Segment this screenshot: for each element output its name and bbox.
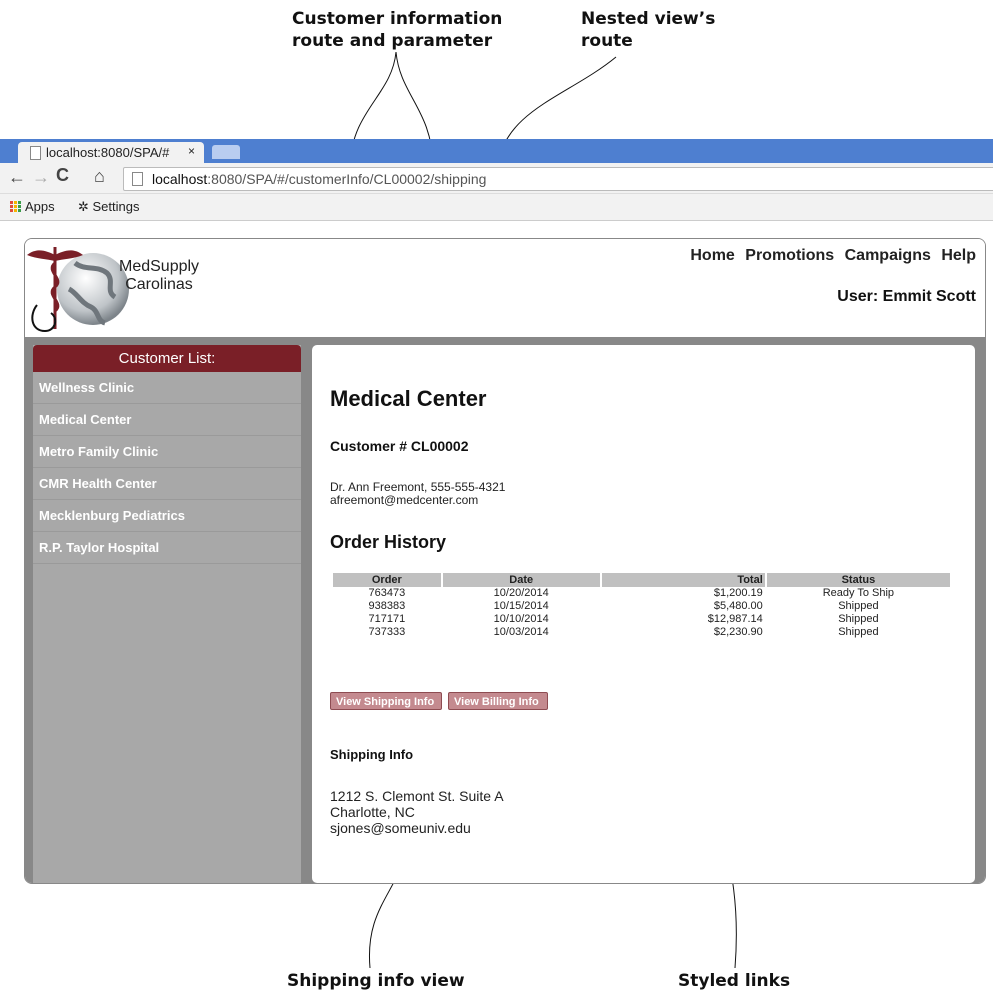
nav-home[interactable]: Home [690, 247, 734, 264]
order-history-table: Order Date Total Status 763473 10/20/201… [331, 573, 952, 639]
sidebar-item-metro-family-clinic[interactable]: Metro Family Clinic [33, 436, 301, 468]
column-header: Status [766, 573, 950, 587]
bookmark-label: Apps [25, 199, 55, 214]
reload-icon[interactable]: C [56, 165, 69, 186]
status-cell: Shipped [838, 600, 879, 612]
page-icon [30, 146, 41, 160]
total-cell: $12,987.14 [707, 613, 763, 625]
address-email: sjones@someuniv.edu [330, 820, 471, 836]
status-cell: Shipped [838, 626, 879, 638]
sidebar-item-mecklenburg-pediatrics[interactable]: Mecklenburg Pediatrics [33, 500, 301, 532]
column-header: Date [442, 573, 600, 587]
top-nav: Home Promotions Campaigns Help [684, 247, 976, 265]
nav-promotions[interactable]: Promotions [745, 247, 834, 264]
app-body: Customer List: Wellness Clinic Medical C… [25, 337, 985, 883]
browser-toolbar: ← → C ⌂ localhost:8080/SPA/#/customerInf… [0, 163, 993, 194]
apps-icon [10, 201, 21, 212]
brand-name: MedSupply Carolinas [119, 258, 199, 294]
bookmark-apps[interactable]: Apps [10, 199, 55, 214]
forward-icon[interactable]: → [32, 167, 50, 188]
browser-tabstrip: localhost:8080/SPA/# × [0, 139, 993, 163]
page-icon [132, 172, 143, 186]
order-cell: 763473 [368, 587, 406, 599]
bookmark-label: Settings [92, 199, 140, 214]
customer-number: Customer # CL00002 [330, 438, 469, 454]
contact-email: afreemont@medcenter.com [330, 493, 479, 507]
view-shipping-info-button[interactable]: View Shipping Info [330, 692, 442, 710]
table-header-row: Order Date Total Status [333, 573, 950, 587]
back-icon[interactable]: ← [8, 167, 26, 188]
customer-detail-panel: Medical Center Customer # CL00002 Dr. An… [312, 345, 975, 883]
sidebar-item-medical-center[interactable]: Medical Center [33, 404, 301, 436]
status-cell: Ready To Ship [822, 587, 895, 599]
home-icon[interactable]: ⌂ [94, 166, 105, 187]
table-row: 763473 10/20/2014 $1,200.19 Ready To Shi… [333, 587, 950, 600]
order-cell: 737333 [368, 626, 406, 638]
total-cell: $1,200.19 [713, 587, 763, 599]
table-row: 717171 10/10/2014 $12,987.14 Shipped [333, 613, 950, 626]
url-host: localhost [152, 171, 208, 187]
brand-line: Carolinas [125, 276, 193, 293]
sidebar-item-wellness-clinic[interactable]: Wellness Clinic [33, 372, 301, 404]
gear-icon: ✲ [78, 199, 93, 214]
address-line: 1212 S. Clemont St. Suite A [330, 788, 504, 804]
app-header: MedSupply Carolinas Home Promotions Camp… [25, 239, 985, 337]
date-cell: 10/03/2014 [493, 626, 549, 638]
column-header: Order [333, 573, 441, 587]
date-cell: 10/15/2014 [493, 600, 549, 612]
table-row: 737333 10/03/2014 $2,230.90 Shipped [333, 626, 950, 639]
address-bar[interactable]: localhost:8080/SPA/#/customerInfo/CL0000… [123, 167, 993, 191]
customer-sidebar: Customer List: Wellness Clinic Medical C… [33, 345, 301, 883]
nav-help[interactable]: Help [941, 247, 976, 264]
order-cell: 717171 [368, 613, 406, 625]
url-text: localhost:8080/SPA/#/customerInfo/CL0000… [152, 171, 486, 187]
app-window: MedSupply Carolinas Home Promotions Camp… [24, 238, 986, 884]
close-icon[interactable]: × [188, 144, 195, 158]
nav-campaigns[interactable]: Campaigns [845, 247, 931, 264]
sidebar-title: Customer List: [33, 345, 301, 372]
date-cell: 10/10/2014 [493, 613, 549, 625]
sidebar-item-cmr-health-center[interactable]: CMR Health Center [33, 468, 301, 500]
shipping-info-heading: Shipping Info [330, 747, 414, 762]
new-tab-button[interactable] [212, 145, 240, 159]
tab-title: localhost:8080/SPA/# [46, 145, 170, 160]
bookmark-settings[interactable]: ✲ Settings [78, 199, 140, 215]
view-billing-info-button[interactable]: View Billing Info [448, 692, 548, 710]
browser-tab[interactable]: localhost:8080/SPA/# × [18, 142, 204, 163]
shipping-address: 1212 S. Clemont St. Suite A Charlotte, N… [330, 788, 504, 836]
column-header: Total [601, 573, 765, 587]
brand-line: MedSupply [119, 258, 200, 275]
order-cell: 938383 [368, 600, 406, 612]
total-cell: $2,230.90 [713, 626, 763, 638]
date-cell: 10/20/2014 [493, 587, 549, 599]
bookmarks-bar: Apps ✲ Settings [0, 194, 993, 221]
customer-name: Medical Center [330, 386, 487, 411]
sidebar-item-rp-taylor-hospital[interactable]: R.P. Taylor Hospital [33, 532, 301, 564]
table-row: 938383 10/15/2014 $5,480.00 Shipped [333, 600, 950, 613]
order-history-heading: Order History [330, 532, 447, 552]
total-cell: $5,480.00 [713, 600, 763, 612]
current-user: User: Emmit Scott [837, 288, 976, 305]
url-path: :8080/SPA/#/customerInfo/CL00002/shippin… [207, 171, 487, 187]
address-line: Charlotte, NC [330, 804, 415, 820]
status-cell: Shipped [838, 613, 879, 625]
customer-contact: Dr. Ann Freemont, 555-555-4321 afreemont… [330, 481, 505, 507]
